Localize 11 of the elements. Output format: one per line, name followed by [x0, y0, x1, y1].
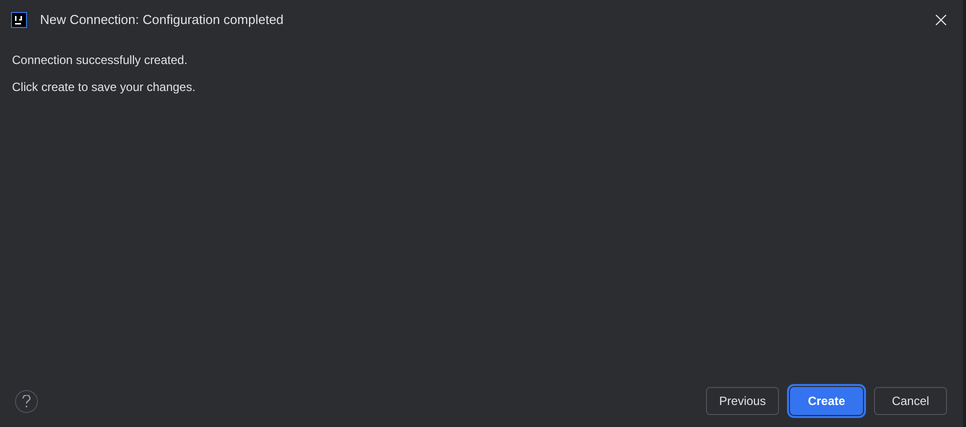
- app-logo-icon: [11, 12, 27, 28]
- message-text: Click create to save your changes.: [12, 79, 196, 95]
- dialog-button[interactable]: Cancel: [874, 387, 947, 415]
- question-icon: [22, 394, 31, 408]
- dialog-button[interactable]: Create: [790, 387, 863, 415]
- help-button[interactable]: [15, 390, 38, 412]
- window-title: New Connection: Configuration completed: [40, 11, 284, 30]
- close-button[interactable]: [933, 12, 949, 28]
- message-text: Connection successfully created.: [12, 52, 188, 68]
- dialog-button[interactable]: Previous: [706, 387, 779, 415]
- close-icon: [935, 14, 947, 26]
